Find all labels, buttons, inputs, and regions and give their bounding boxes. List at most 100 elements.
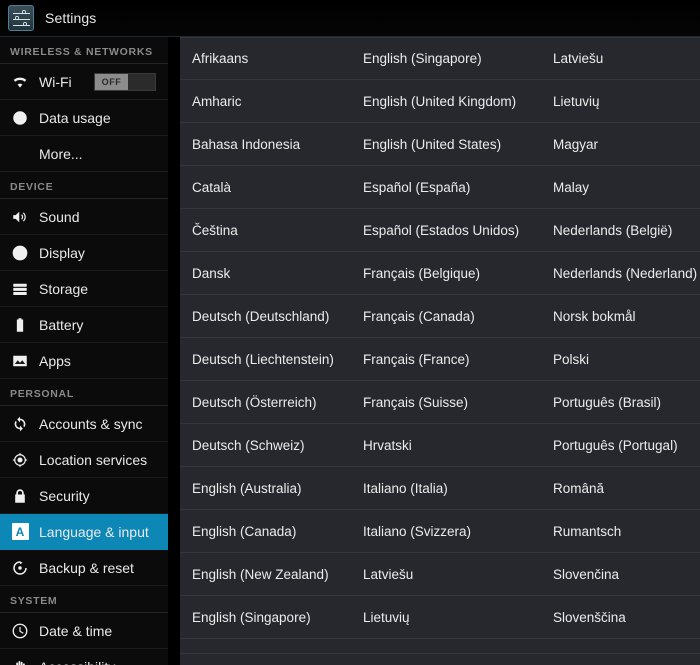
- language-option[interactable]: Rumantsch: [541, 510, 700, 552]
- language-option[interactable]: Deutsch (Deutschland): [180, 295, 351, 337]
- sidebar-item-more[interactable]: More...: [0, 136, 168, 172]
- sidebar-item-language-input[interactable]: ALanguage & input: [0, 514, 168, 550]
- language-option[interactable]: Deutsch (Liechtenstein): [180, 338, 351, 380]
- sidebar-section-header: PERSONAL: [0, 379, 168, 406]
- language-option[interactable]: Français (France): [351, 338, 541, 380]
- title-bar: Settings: [0, 0, 700, 37]
- backup-restore-icon: [10, 558, 30, 578]
- sidebar-item-label: Accessibility: [39, 659, 168, 665]
- language-option[interactable]: Português (Portugal): [541, 424, 700, 466]
- language-option[interactable]: English (Australia): [180, 467, 351, 509]
- language-row: English (New Zealand)LatviešuSlovenčina: [180, 553, 700, 596]
- sidebar-item-label: Backup & reset: [39, 560, 168, 576]
- language-option[interactable]: Nederlands (Nederland): [541, 252, 700, 294]
- list-bottom-edge: [180, 653, 700, 665]
- sidebar-item-label: Battery: [39, 317, 168, 333]
- sidebar-item-label: Location services: [39, 452, 168, 468]
- brightness-icon: [10, 243, 30, 263]
- language-option[interactable]: English (Singapore): [180, 596, 351, 638]
- language-option[interactable]: Latviešu: [541, 38, 700, 79]
- sidebar-item-accounts-sync[interactable]: Accounts & sync: [0, 406, 168, 442]
- language-option[interactable]: Malay: [541, 166, 700, 208]
- language-option[interactable]: Català: [180, 166, 351, 208]
- language-list[interactable]: AfrikaansEnglish (Singapore)LatviešuAmha…: [180, 37, 700, 665]
- language-row: Deutsch (Schweiz)HrvatskiPortuguês (Port…: [180, 424, 700, 467]
- language-option[interactable]: Français (Canada): [351, 295, 541, 337]
- language-option[interactable]: English (United States): [351, 123, 541, 165]
- language-option[interactable]: Hrvatski: [351, 424, 541, 466]
- wifi-icon: [10, 72, 30, 92]
- speaker-icon: [10, 207, 30, 227]
- language-row: Deutsch (Deutschland)Français (Canada)No…: [180, 295, 700, 338]
- language-option[interactable]: English (Canada): [180, 510, 351, 552]
- language-option[interactable]: Română: [541, 467, 700, 509]
- lock-icon: [10, 486, 30, 506]
- battery-icon: [10, 315, 30, 335]
- language-option[interactable]: Deutsch (Schweiz): [180, 424, 351, 466]
- language-option[interactable]: English (Singapore): [351, 38, 541, 79]
- language-option[interactable]: Español (Estados Unidos): [351, 209, 541, 251]
- language-option[interactable]: Dansk: [180, 252, 351, 294]
- language-row: Deutsch (Liechtenstein)Français (France)…: [180, 338, 700, 381]
- language-option[interactable]: English (New Zealand): [180, 553, 351, 595]
- sidebar-content-divider: [168, 37, 180, 665]
- sidebar-item-apps[interactable]: Apps: [0, 343, 168, 379]
- language-option[interactable]: Magyar: [541, 123, 700, 165]
- sidebar-item-date-time[interactable]: Date & time: [0, 613, 168, 649]
- app-title: Settings: [45, 10, 96, 26]
- sidebar-item-security[interactable]: Security: [0, 478, 168, 514]
- language-option[interactable]: Amharic: [180, 80, 351, 122]
- language-option[interactable]: Italiano (Svizzera): [351, 510, 541, 552]
- language-option[interactable]: Deutsch (Österreich): [180, 381, 351, 423]
- sidebar-item-wi-fi[interactable]: Wi-FiOFF: [0, 64, 168, 100]
- sidebar-item-storage[interactable]: Storage: [0, 271, 168, 307]
- sidebar-item-display[interactable]: Display: [0, 235, 168, 271]
- language-option[interactable]: English (United Kingdom): [351, 80, 541, 122]
- language-row: ČeštinaEspañol (Estados Unidos)Nederland…: [180, 209, 700, 252]
- sync-icon: [10, 414, 30, 434]
- sidebar-item-sound[interactable]: Sound: [0, 199, 168, 235]
- language-option[interactable]: Italiano (Italia): [351, 467, 541, 509]
- sidebar-item-label: Storage: [39, 281, 168, 297]
- language-row: English (Australia)Italiano (Italia)Româ…: [180, 467, 700, 510]
- language-row: AmharicEnglish (United Kingdom)Lietuvių: [180, 80, 700, 123]
- sidebar-item-accessibility[interactable]: Accessibility: [0, 649, 168, 665]
- language-option[interactable]: Slovenščina: [541, 596, 700, 638]
- sidebar-item-label: Wi-Fi: [39, 74, 94, 90]
- language-option[interactable]: Nederlands (België): [541, 209, 700, 251]
- body-area: WIRELESS & NETWORKSWi-FiOFFData usageMor…: [0, 37, 700, 665]
- language-row: Deutsch (Österreich)Français (Suisse)Por…: [180, 381, 700, 424]
- language-option[interactable]: Français (Suisse): [351, 381, 541, 423]
- wifi-toggle-switch[interactable]: OFF: [94, 73, 156, 91]
- location-target-icon: [10, 450, 30, 470]
- language-option[interactable]: Français (Belgique): [351, 252, 541, 294]
- language-option[interactable]: Norsk bokmål: [541, 295, 700, 337]
- sidebar-item-location-services[interactable]: Location services: [0, 442, 168, 478]
- sidebar-item-label: Data usage: [39, 110, 168, 126]
- settings-sidebar[interactable]: WIRELESS & NETWORKSWi-FiOFFData usageMor…: [0, 37, 168, 665]
- sidebar-item-label: Security: [39, 488, 168, 504]
- wifi-toggle-label: OFF: [95, 74, 128, 90]
- sidebar-item-label: Apps: [39, 353, 168, 369]
- language-option[interactable]: Lietuvių: [541, 80, 700, 122]
- language-option[interactable]: Bahasa Indonesia: [180, 123, 351, 165]
- clock-icon: [10, 621, 30, 641]
- sidebar-item-battery[interactable]: Battery: [0, 307, 168, 343]
- sidebar-item-data-usage[interactable]: Data usage: [0, 100, 168, 136]
- language-option[interactable]: Lietuvių: [351, 596, 541, 638]
- sidebar-item-label: Accounts & sync: [39, 416, 168, 432]
- language-option[interactable]: Português (Brasil): [541, 381, 700, 423]
- hand-icon: [10, 657, 30, 665]
- language-option[interactable]: Español (España): [351, 166, 541, 208]
- language-option[interactable]: Polski: [541, 338, 700, 380]
- sidebar-item-label: Display: [39, 245, 168, 261]
- apps-image-icon: [10, 351, 30, 371]
- sidebar-item-backup-reset[interactable]: Backup & reset: [0, 550, 168, 586]
- language-row: English (Canada)Italiano (Svizzera)Ruman…: [180, 510, 700, 553]
- language-option[interactable]: Čeština: [180, 209, 351, 251]
- language-option[interactable]: Latviešu: [351, 553, 541, 595]
- sidebar-section-header: WIRELESS & NETWORKS: [0, 37, 168, 64]
- language-option[interactable]: Slovenčina: [541, 553, 700, 595]
- language-option[interactable]: Afrikaans: [180, 38, 351, 79]
- language-row: CatalàEspañol (España)Malay: [180, 166, 700, 209]
